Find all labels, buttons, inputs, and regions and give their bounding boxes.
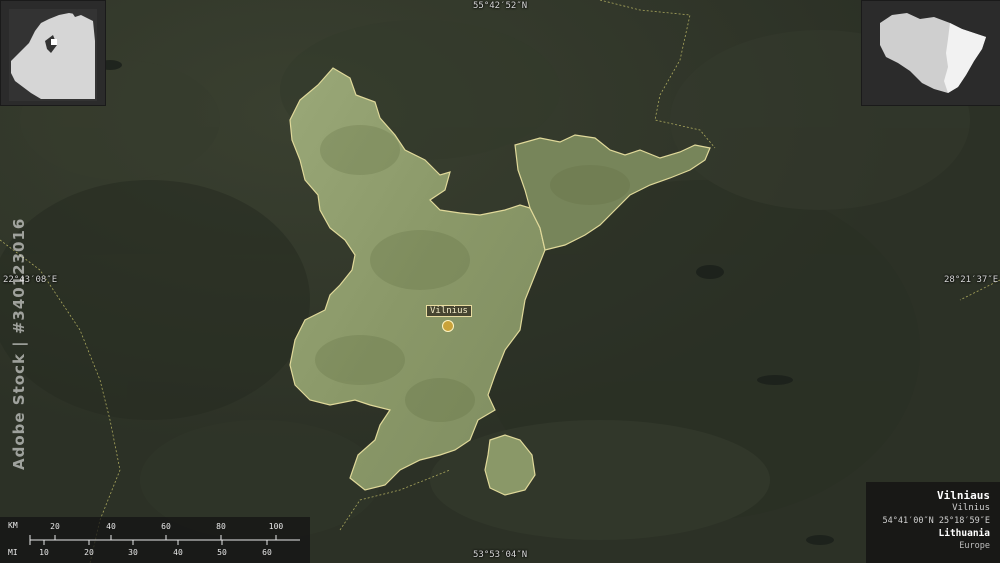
europe-locator-inset	[0, 0, 106, 106]
info-coordinates: 54°41′00″N 25°18′59″E	[882, 516, 990, 526]
europe-locator-map	[9, 9, 97, 101]
region-highlight	[944, 23, 986, 93]
locator-highlight	[51, 39, 57, 45]
scale-km-tick: 60	[161, 522, 171, 531]
scale-km-tick: 40	[106, 522, 116, 531]
scale-bar: KM MI 20 40 60 80 100 10 20 30 40 50 60	[0, 517, 310, 563]
stock-watermark: Adobe Stock | #340123016	[10, 217, 28, 470]
info-title: Vilniaus	[937, 489, 990, 502]
info-continent: Europe	[959, 541, 990, 551]
scale-mi-tick: 10	[39, 548, 49, 557]
coord-bottom: 53°53′04″N	[473, 550, 528, 560]
satellite-map[interactable]	[0, 0, 1000, 563]
info-country: Lithuania	[938, 528, 990, 539]
scale-km-tick: 100	[268, 522, 284, 531]
lithuania-locator-map	[880, 13, 986, 93]
scale-mi-tick: 30	[128, 548, 138, 557]
country-locator-inset	[861, 0, 1000, 106]
scale-mi-tick: 20	[84, 548, 94, 557]
scale-mi-tick: 50	[217, 548, 227, 557]
scale-mi-tick: 60	[262, 548, 272, 557]
info-subtitle: Vilnius	[952, 503, 990, 513]
capital-marker-icon[interactable]	[442, 320, 454, 332]
scale-km-tick: 80	[216, 522, 226, 531]
capital-label[interactable]: Vilnius	[426, 305, 472, 317]
coord-right: 28°21′37″E	[944, 275, 999, 285]
scale-mi-tick: 40	[173, 548, 183, 557]
scale-km-tick: 20	[50, 522, 60, 531]
coord-top: 55°42′52″N	[473, 1, 528, 11]
region-info-box: Vilniaus Vilnius 54°41′00″N 25°18′59″E L…	[866, 482, 1000, 563]
